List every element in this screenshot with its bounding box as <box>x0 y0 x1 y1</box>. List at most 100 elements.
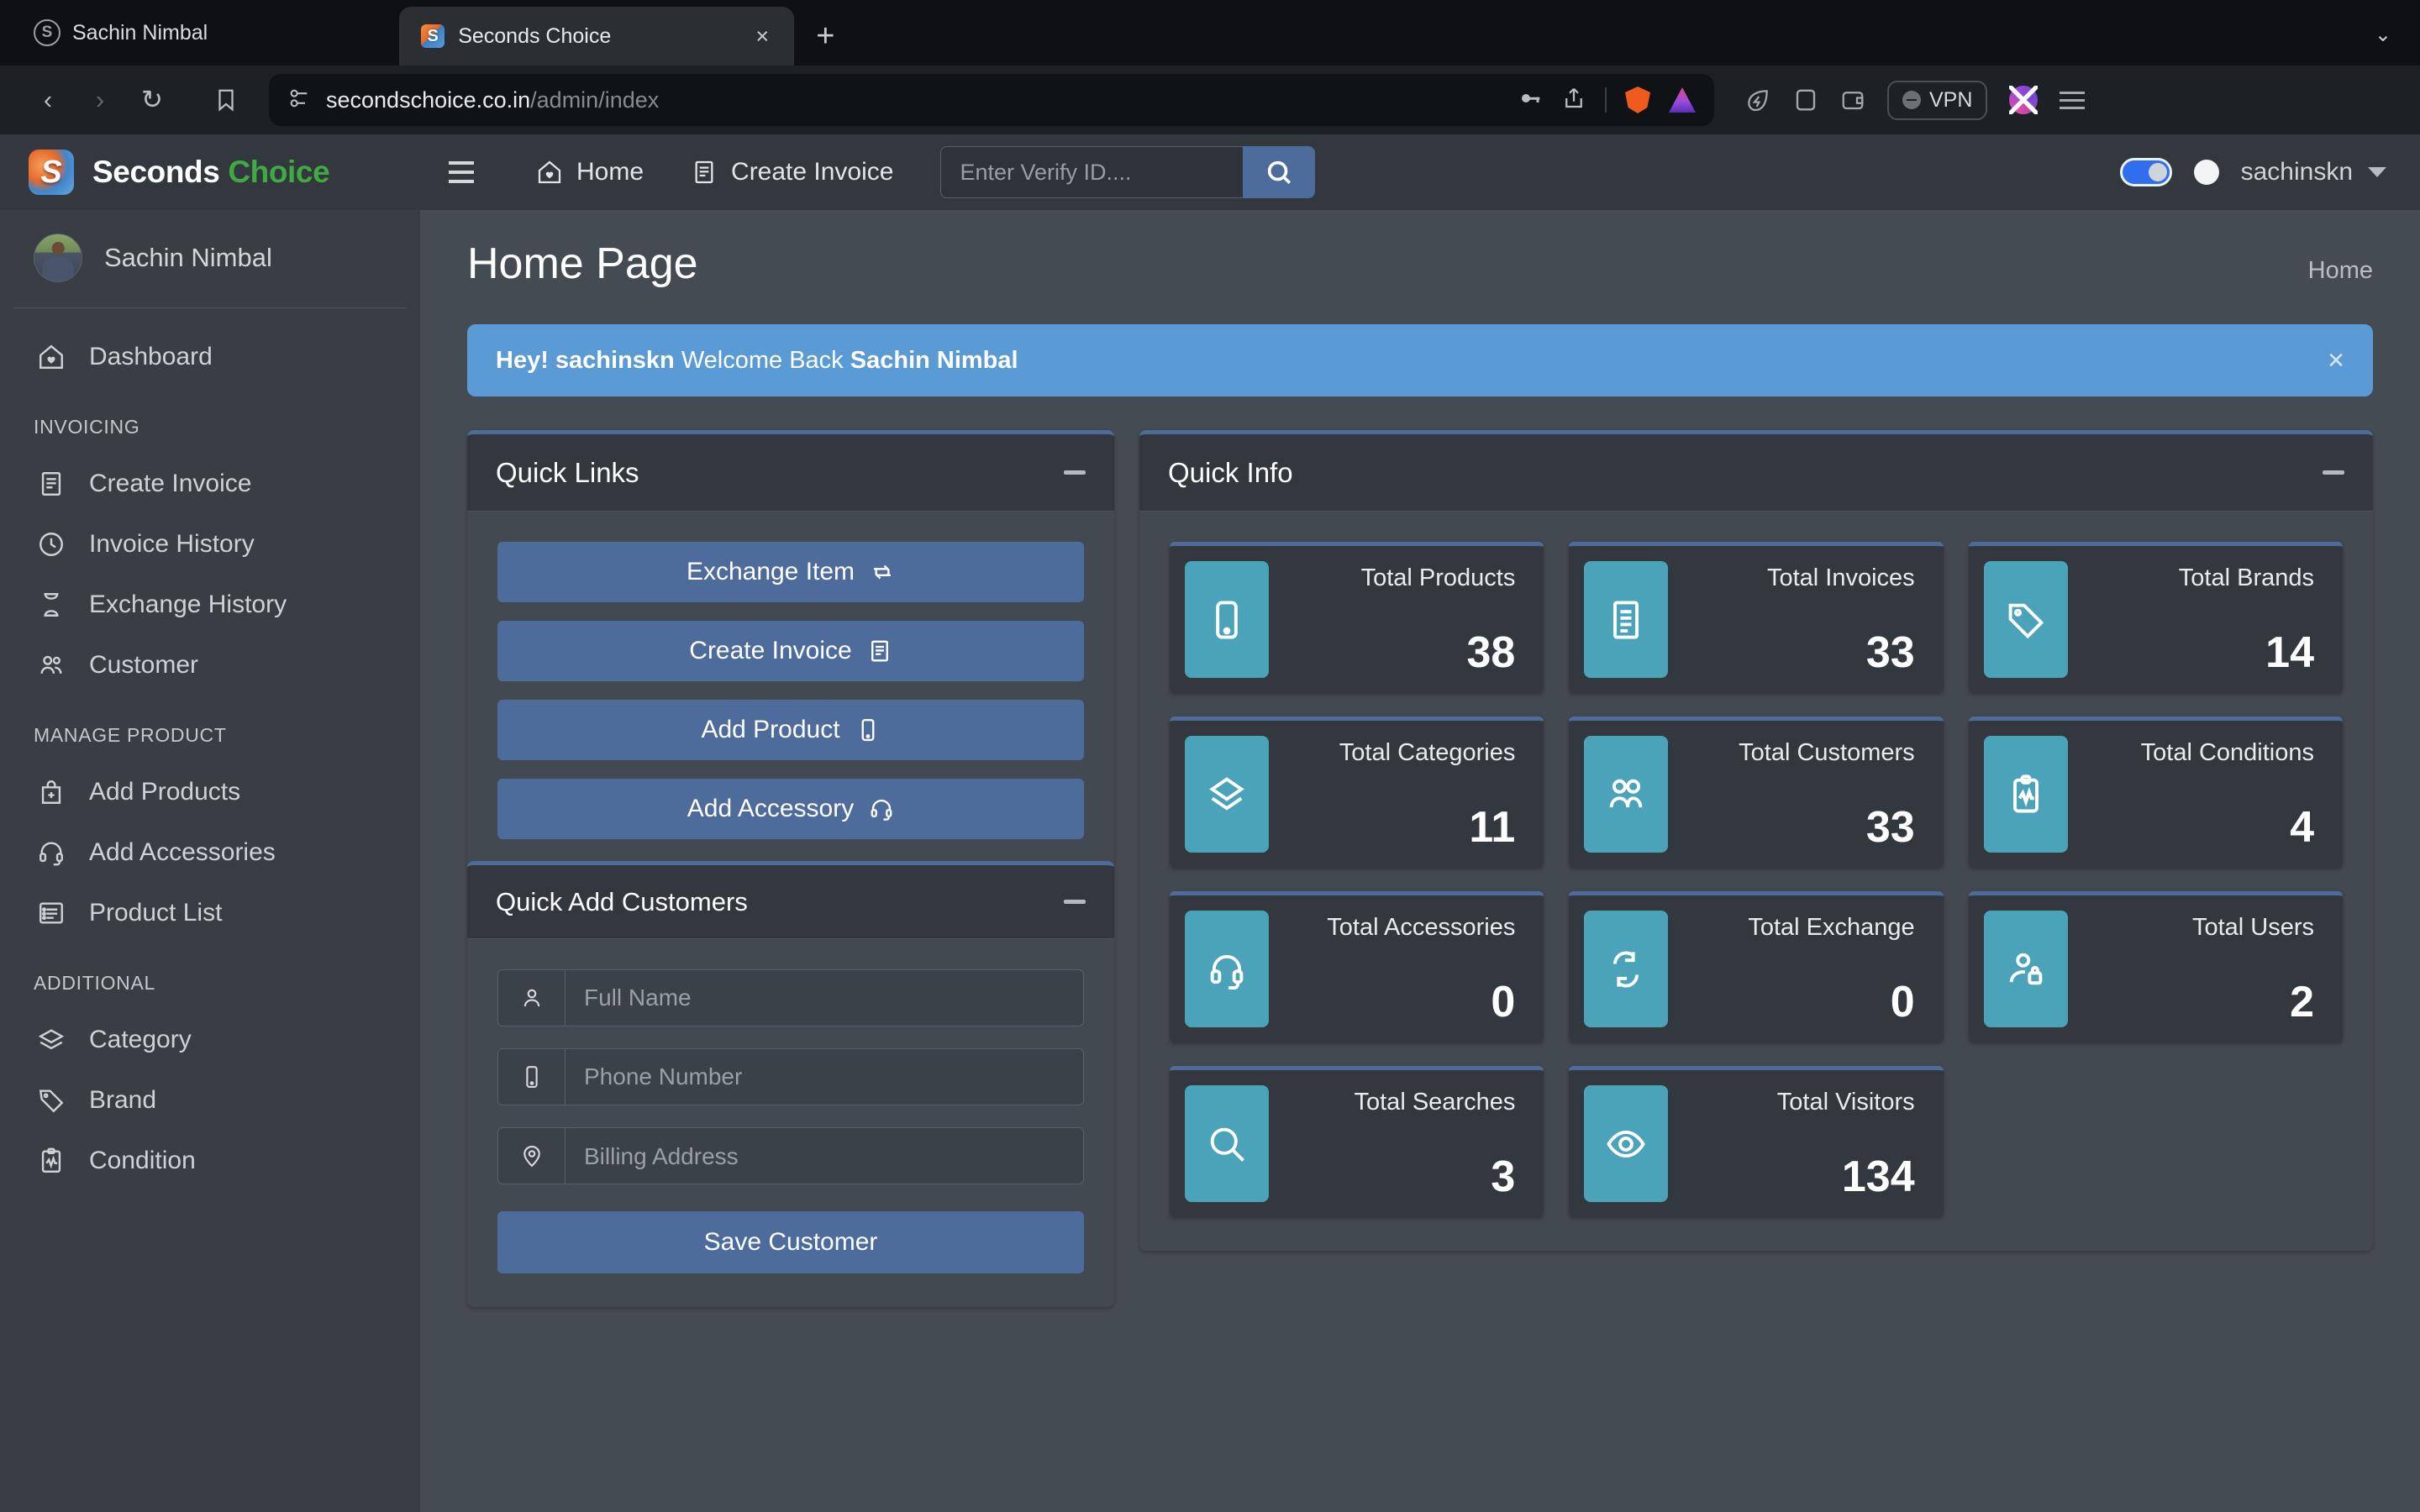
chevron-down-icon[interactable]: ⌄ <box>2375 23 2391 47</box>
url-text: secondschoice.co.in/admin/index <box>326 87 660 113</box>
full-name-input[interactable] <box>565 969 1084 1026</box>
reload-icon[interactable]: ↻ <box>126 74 178 126</box>
forward-icon[interactable]: › <box>74 74 126 126</box>
quick-link-label: Exchange Item <box>686 558 855 585</box>
stat-card-body: Total Visitors 134 <box>1668 1085 1928 1202</box>
stat-card-total-users[interactable]: Total Users 2 <box>1968 891 2343 1042</box>
divider <box>13 307 407 308</box>
leo-ai-icon[interactable] <box>1669 87 1696 113</box>
stat-card-total-visitors[interactable]: Total Visitors 134 <box>1569 1066 1944 1217</box>
browser-profile-chip[interactable]: S Sachin Nimbal <box>25 7 223 59</box>
sidebar-item-brand[interactable]: Brand <box>0 1070 420 1131</box>
sidebar-item-label: Dashboard <box>89 343 213 370</box>
app-shell: Seconds Choice Sachin Nimbal Dashboard I… <box>0 134 2420 1512</box>
stat-card-total-accessories[interactable]: Total Accessories 0 <box>1170 891 1544 1042</box>
headset-icon <box>1185 911 1269 1027</box>
divider <box>1605 87 1607 113</box>
stat-value: 2 <box>2290 978 2314 1026</box>
verify-id-input[interactable] <box>940 146 1244 198</box>
address-bar[interactable]: secondschoice.co.in/admin/index <box>269 74 1714 126</box>
sidebar-brand[interactable]: Seconds Choice <box>0 134 420 210</box>
stat-label: Total Categories <box>1339 739 1516 766</box>
account-avatar-icon[interactable] <box>2009 86 2039 114</box>
user-menu-label[interactable]: sachinskn <box>2241 158 2353 186</box>
sidebar-item-add-products[interactable]: Add Products <box>0 762 420 822</box>
verify-search-button[interactable] <box>1243 146 1316 198</box>
quick-link-exchange-item[interactable]: Exchange Item <box>497 542 1084 602</box>
stat-card-total-invoices[interactable]: Total Invoices 33 <box>1569 542 1944 693</box>
dark-mode-toggle[interactable] <box>2119 158 2172 186</box>
bookmark-icon[interactable] <box>200 74 252 126</box>
sidebar-user[interactable]: Sachin Nimbal <box>0 210 420 307</box>
brave-shields-icon[interactable] <box>1625 87 1650 113</box>
tab-favicon-icon <box>421 24 445 48</box>
quick-link-create-invoice[interactable]: Create Invoice <box>497 621 1084 681</box>
phone-icon <box>861 718 874 742</box>
sidebar-item-exchange-history[interactable]: Exchange History <box>0 575 420 635</box>
sidebar-toggle-button[interactable] <box>449 161 474 183</box>
stat-card-body: Total Customers 33 <box>1668 736 1928 853</box>
permissions-key-icon[interactable] <box>287 87 311 114</box>
topnav-home[interactable]: Home <box>513 158 667 186</box>
quick-link-add-accessory[interactable]: Add Accessory <box>497 779 1084 839</box>
sidebar-item-condition[interactable]: Condition <box>0 1131 420 1191</box>
wallet-icon[interactable] <box>1840 87 1865 113</box>
sidebar-item-category[interactable]: Category <box>0 1010 420 1070</box>
stat-card-total-brands[interactable]: Total Brands 14 <box>1968 542 2343 693</box>
collapse-icon[interactable] <box>1064 900 1086 904</box>
stat-label: Total Brands <box>2178 564 2314 591</box>
stat-card-body: Total Accessories 0 <box>1269 911 1528 1027</box>
stat-card-total-conditions[interactable]: Total Conditions 4 <box>1968 717 2343 868</box>
breadcrumb[interactable]: Home <box>2308 257 2373 285</box>
stat-label: Total Conditions <box>2140 739 2314 766</box>
topnav-right: sachinskn <box>2119 158 2386 186</box>
phone-number-input[interactable] <box>565 1048 1084 1105</box>
new-tab-button[interactable]: + <box>816 20 834 52</box>
key-icon[interactable] <box>1518 86 1543 115</box>
stat-card-total-customers[interactable]: Total Customers 33 <box>1569 717 1944 868</box>
billing-address-input[interactable] <box>565 1127 1084 1184</box>
quick-links-column: Quick Links Exchange Item Create Invoice <box>467 430 1114 1307</box>
sidebar-item-invoice-history[interactable]: Invoice History <box>0 514 420 575</box>
stat-value: 4 <box>2290 803 2314 852</box>
sidebar-item-customer[interactable]: Customer <box>0 635 420 696</box>
sidebar-toggle-icon[interactable] <box>1793 87 1818 113</box>
back-icon[interactable]: ‹ <box>22 74 74 126</box>
collapse-icon[interactable] <box>1064 470 1086 475</box>
quick-link-add-product[interactable]: Add Product <box>497 700 1084 760</box>
browser-menu-icon[interactable] <box>2060 91 2086 109</box>
sidebar-item-create-invoice[interactable]: Create Invoice <box>0 454 420 514</box>
exchange-icon <box>1584 911 1669 1027</box>
stat-card-total-products[interactable]: Total Products 38 <box>1170 542 1544 693</box>
stat-card-total-exchange[interactable]: Total Exchange 0 <box>1569 891 1944 1042</box>
vpn-button[interactable]: VPN <box>1887 80 1988 120</box>
chevron-down-icon[interactable] <box>2368 167 2386 177</box>
stat-card-total-searches[interactable]: Total Searches 3 <box>1170 1066 1544 1217</box>
stat-card-total-categories[interactable]: Total Categories 11 <box>1170 717 1544 868</box>
quick-link-label: Create Invoice <box>689 637 852 664</box>
quick-link-label: Add Product <box>701 716 840 743</box>
hourglass-icon <box>35 589 67 621</box>
save-customer-button[interactable]: Save Customer <box>497 1211 1084 1273</box>
sidebar-item-label: Add Accessories <box>89 838 276 866</box>
browser-tab-active[interactable]: Seconds Choice × <box>399 7 795 66</box>
stat-label: Total Invoices <box>1766 564 1915 591</box>
stat-card-body: Total Conditions 4 <box>2068 736 2328 853</box>
share-icon[interactable] <box>1561 86 1586 115</box>
close-icon[interactable]: × <box>2328 344 2344 377</box>
quick-add-customers-body: Save Customer <box>467 939 1114 1307</box>
topnav-create-invoice[interactable]: Create Invoice <box>667 158 917 186</box>
stat-card-body: Total Exchange 0 <box>1668 911 1928 1027</box>
close-icon[interactable]: × <box>749 22 776 51</box>
sidebar-item-dashboard[interactable]: Dashboard <box>0 327 420 387</box>
sidebar-item-product-list[interactable]: Product List <box>0 883 420 943</box>
sidebar-item-add-accessories[interactable]: Add Accessories <box>0 822 420 883</box>
tag-icon <box>1983 561 2068 678</box>
collapse-icon[interactable] <box>2323 470 2344 475</box>
invoice-icon <box>871 640 888 662</box>
rewards-icon[interactable] <box>1744 87 1771 113</box>
stat-label: Total Products <box>1360 564 1516 591</box>
stat-label: Total Accessories <box>1327 914 1516 941</box>
stat-card-body: Total Products 38 <box>1269 561 1528 678</box>
quick-add-customers-header: Quick Add Customers <box>467 865 1114 939</box>
